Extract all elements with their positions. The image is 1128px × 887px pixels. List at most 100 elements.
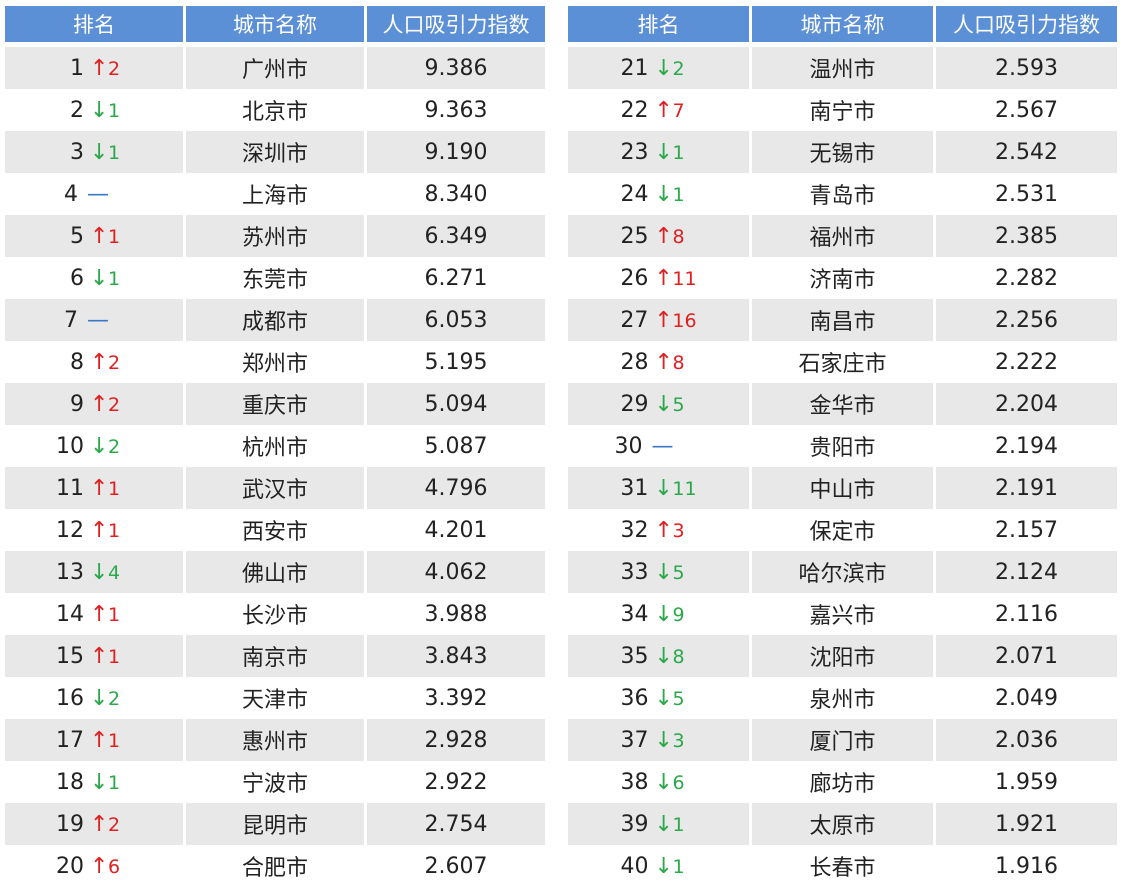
rank-number: 16	[56, 685, 84, 711]
arrow-down-icon: ↓	[654, 769, 673, 795]
table-row: 40 ↓1 长春市 1.916	[568, 845, 1117, 887]
attraction-index: 4.796	[367, 467, 545, 509]
rank-cell: 31 ↓11	[568, 467, 749, 509]
table-row: 12 ↑1 西安市 4.201	[5, 509, 545, 551]
rank-number: 10	[56, 433, 84, 459]
rank-cell: 19 ↑2	[5, 803, 183, 845]
table-row: 13 ↓4 佛山市 4.062	[5, 551, 545, 593]
table-row: 2 ↓1 北京市 9.363	[5, 89, 545, 131]
rank-cell: 10 ↓2	[5, 425, 183, 467]
arrow-down-icon: ↓	[654, 475, 673, 501]
rank-change: 1	[672, 813, 685, 836]
rank-change: 5	[672, 561, 685, 584]
city-name: 石家庄市	[752, 341, 933, 383]
arrow-down-icon: ↓	[654, 601, 673, 627]
rank-number: 35	[620, 643, 649, 669]
rank-change: 5	[672, 687, 685, 710]
attraction-index: 2.385	[936, 215, 1117, 257]
city-name: 苏州市	[186, 215, 364, 257]
attraction-index: 2.542	[936, 131, 1117, 173]
arrow-down-icon: ↓	[90, 433, 109, 459]
city-name: 深圳市	[186, 131, 364, 173]
rank-change: 6	[108, 855, 121, 878]
attraction-index: 2.071	[936, 635, 1117, 677]
header-row: 排名 城市名称 人口吸引力指数	[568, 6, 1117, 47]
rank-change: 9	[672, 603, 685, 626]
rank-number: 11	[56, 475, 84, 501]
city-name: 太原市	[752, 803, 933, 845]
rank-change: 1	[672, 855, 685, 878]
rank-change: 1	[108, 141, 121, 164]
rank-change: 2	[108, 687, 121, 710]
rank-number: 15	[56, 643, 84, 669]
rank-cell: 14 ↑1	[5, 593, 183, 635]
city-name: 嘉兴市	[752, 593, 933, 635]
rank-number: 19	[56, 811, 84, 837]
city-name: 无锡市	[752, 131, 933, 173]
table-row: 33 ↓5 哈尔滨市 2.124	[568, 551, 1117, 593]
rank-number: 13	[56, 559, 84, 585]
arrow-down-icon: ↓	[654, 685, 673, 711]
table-row: 31 ↓11 中山市 2.191	[568, 467, 1117, 509]
header-rank: 排名	[5, 6, 183, 47]
rank-change: 16	[672, 309, 697, 332]
city-name: 武汉市	[186, 467, 364, 509]
rank-cell: 33 ↓5	[568, 551, 749, 593]
rank-number: 24	[620, 181, 649, 207]
city-name: 青岛市	[752, 173, 933, 215]
arrow-up-icon: ↑	[90, 853, 109, 879]
city-name: 天津市	[186, 677, 364, 719]
rank-cell: 23 ↓1	[568, 131, 749, 173]
attraction-index: 2.194	[936, 425, 1117, 467]
city-name: 重庆市	[186, 383, 364, 425]
rank-cell: 38 ↓6	[568, 761, 749, 803]
ranking-tables: 排名 城市名称 人口吸引力指数 1 ↑2 广州市 9.386 2 ↓1 北京市 9.363 3 ↓…	[0, 0, 1128, 887]
attraction-index: 2.593	[936, 47, 1117, 89]
attraction-index: 5.087	[367, 425, 545, 467]
city-name: 佛山市	[186, 551, 364, 593]
rank-change: 4	[108, 561, 121, 584]
arrow-up-icon: ↑	[90, 349, 109, 375]
rank-cell: 8 ↑2	[5, 341, 183, 383]
table-row: 28 ↑8 石家庄市 2.222	[568, 341, 1117, 383]
city-name: 宁波市	[186, 761, 364, 803]
rank-change: 5	[672, 393, 685, 416]
rank-number: 12	[56, 517, 84, 543]
city-name: 东莞市	[186, 257, 364, 299]
table-row: 24 ↓1 青岛市 2.531	[568, 173, 1117, 215]
rank-number: 2	[70, 97, 84, 123]
city-name: 杭州市	[186, 425, 364, 467]
arrow-down-icon: ↓	[654, 391, 673, 417]
attraction-index: 3.843	[367, 635, 545, 677]
attraction-index: 2.607	[367, 845, 545, 887]
attraction-index: 2.036	[936, 719, 1117, 761]
arrow-down-icon: ↓	[90, 97, 109, 123]
ranking-body-right: 21 ↓2 温州市 2.593 22 ↑7 南宁市 2.567 23 ↓1 无锡市 2.542 24 ↓1…	[568, 47, 1117, 887]
rank-cell: 3 ↓1	[5, 131, 183, 173]
rank-number: 33	[620, 559, 649, 585]
attraction-index: 9.363	[367, 89, 545, 131]
rank-cell: 2 ↓1	[5, 89, 183, 131]
rank-change: 11	[672, 477, 697, 500]
arrow-down-icon: ↓	[654, 55, 673, 81]
arrow-down-icon: ↓	[654, 181, 673, 207]
table-row: 14 ↑1 长沙市 3.988	[5, 593, 545, 635]
rank-cell: 36 ↓5	[568, 677, 749, 719]
city-name: 长春市	[752, 845, 933, 887]
rank-number: 8	[70, 349, 84, 375]
rank-number: 21	[620, 55, 649, 81]
city-name: 福州市	[752, 215, 933, 257]
rank-change: 1	[108, 645, 121, 668]
arrow-up-icon: ↑	[654, 265, 673, 291]
rank-number: 5	[70, 223, 84, 249]
attraction-index: 2.567	[936, 89, 1117, 131]
rank-change: 11	[672, 267, 697, 290]
rank-number: 22	[620, 97, 649, 123]
rank-number: 30	[614, 433, 643, 459]
rank-number: 32	[620, 517, 649, 543]
attraction-index: 6.271	[367, 257, 545, 299]
rank-change: 1	[108, 99, 121, 122]
table-row: 15 ↑1 南京市 3.843	[5, 635, 545, 677]
arrow-down-icon: ↓	[654, 811, 673, 837]
arrow-up-icon: ↑	[654, 223, 673, 249]
